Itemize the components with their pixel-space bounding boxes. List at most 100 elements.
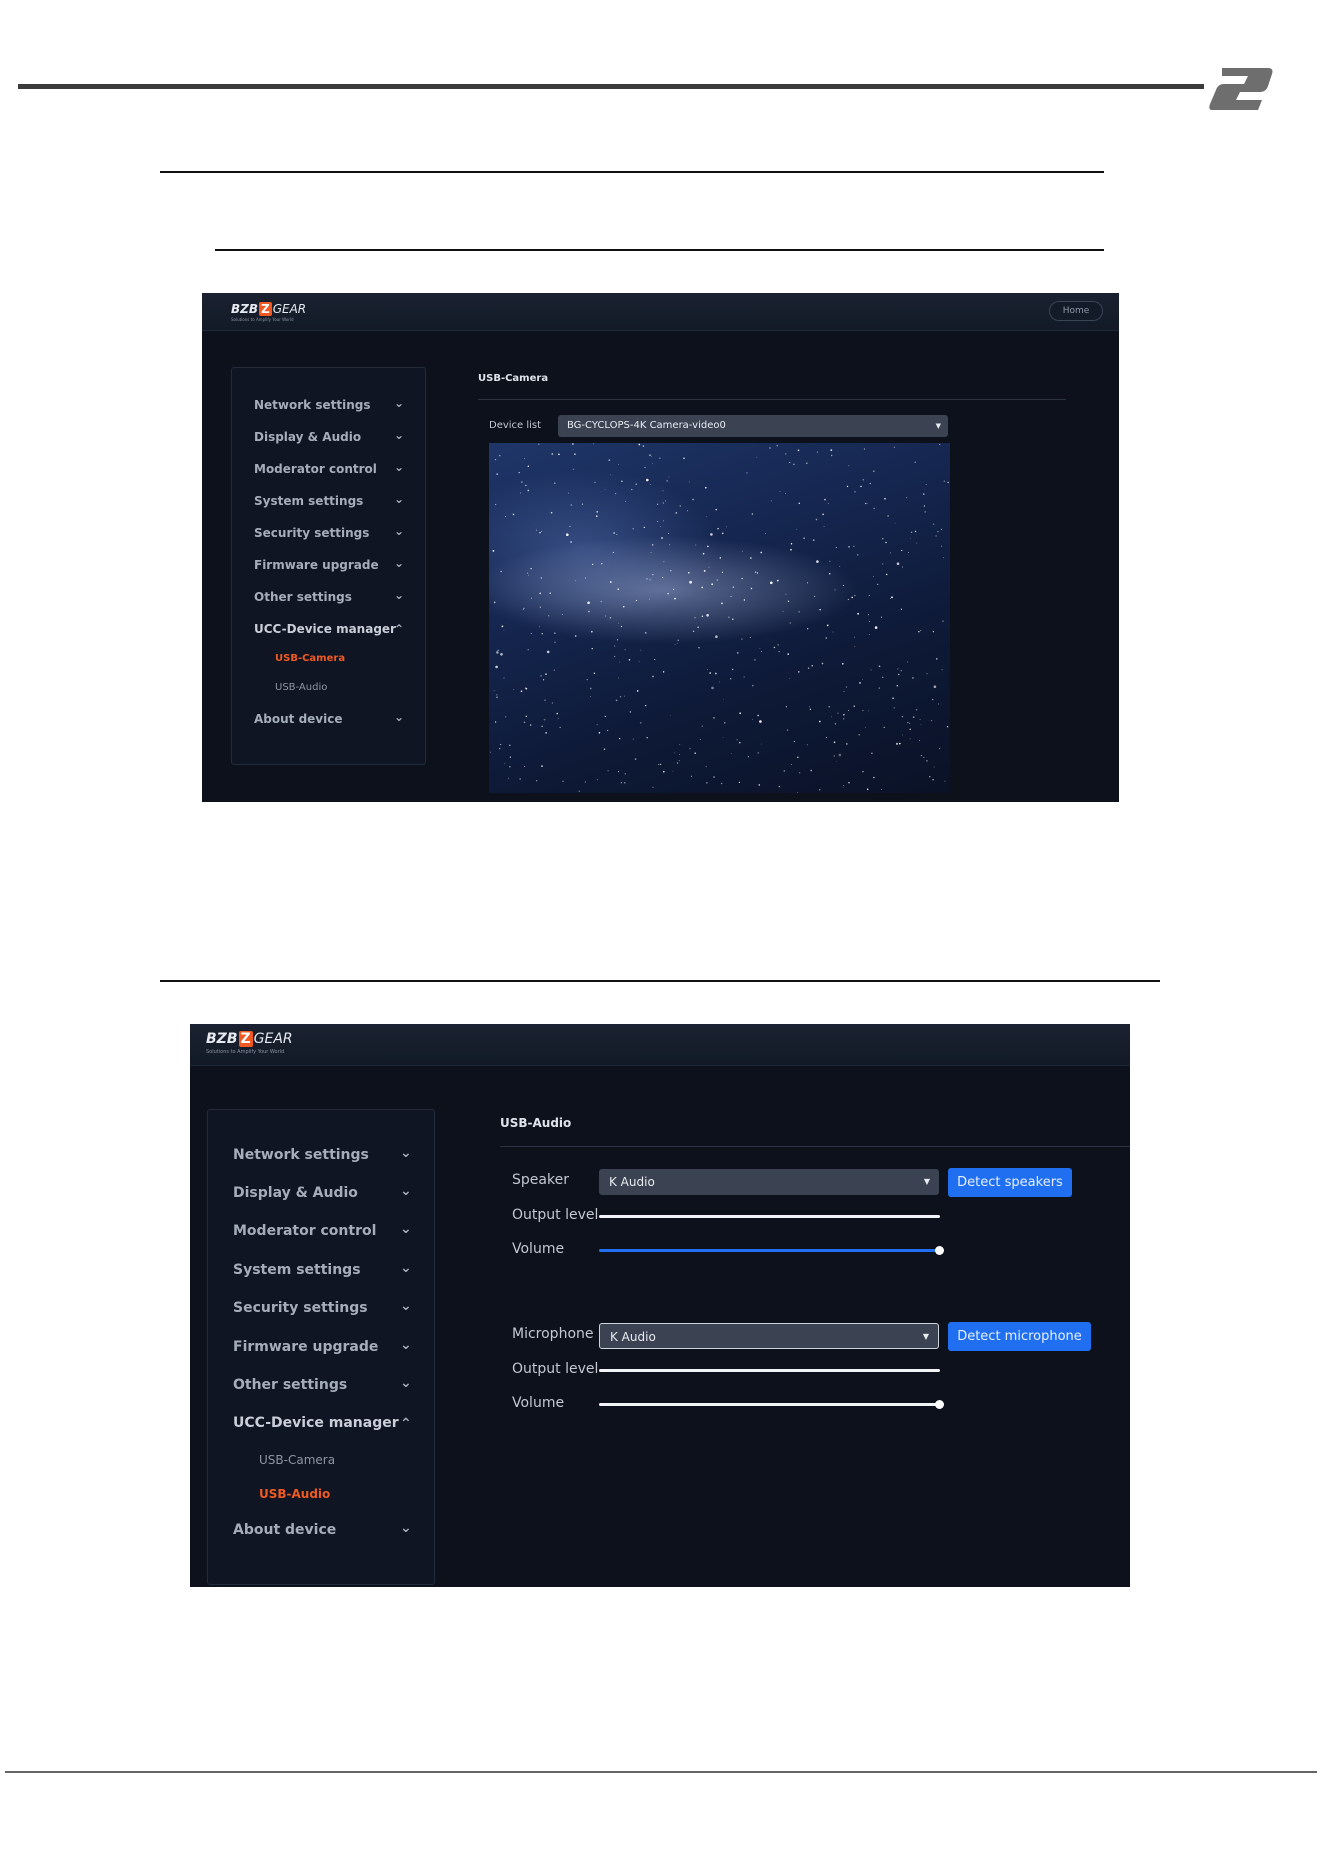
star: [609, 617, 612, 619]
sidebar-subitem-usb-camera[interactable]: USB-Camera: [259, 1453, 335, 1467]
caret-down-icon: ▼: [935, 422, 941, 430]
star: [512, 513, 515, 516]
star: [596, 724, 598, 726]
chevron-down-icon: ⌄: [394, 460, 405, 474]
detect-microphone-button[interactable]: Detect microphone: [948, 1322, 1091, 1351]
star: [545, 732, 547, 734]
star: [943, 557, 944, 559]
star: [738, 781, 741, 784]
sidebar-subitem-usb-audio[interactable]: USB-Audio: [275, 682, 327, 693]
sidebar-item-network-settings[interactable]: Network settings ⌄: [232, 396, 425, 412]
sidebar-item-about-device[interactable]: About device ⌄: [232, 710, 425, 726]
star: [592, 563, 594, 566]
star: [843, 691, 845, 693]
star: [574, 635, 577, 637]
star: [605, 615, 607, 617]
sidebar-item-network-settings[interactable]: Network settings ⌄: [208, 1145, 434, 1163]
star: [590, 696, 591, 698]
star: [615, 699, 618, 702]
detect-speakers-button[interactable]: Detect speakers: [948, 1168, 1072, 1197]
star: [878, 665, 881, 668]
star: [697, 626, 699, 628]
star: [701, 586, 703, 589]
chevron-down-icon: ⌄: [400, 1337, 412, 1353]
star: [867, 614, 869, 616]
subsection-rule: [215, 249, 1104, 251]
star: [713, 776, 715, 778]
sidebar-item-firmware-upgrade[interactable]: Firmware upgrade ⌄: [232, 556, 425, 572]
star: [500, 743, 502, 746]
star: [679, 505, 681, 507]
star: [539, 606, 541, 607]
microphone-volume-slider[interactable]: [599, 1400, 944, 1409]
star: [639, 721, 642, 724]
sidebar-item-other-settings[interactable]: Other settings ⌄: [208, 1375, 434, 1393]
star: [596, 511, 599, 513]
star: [891, 596, 893, 599]
star: [711, 686, 714, 690]
star: [848, 545, 850, 548]
sidebar-item-ucc-device-manager[interactable]: UCC-Device manager ⌃: [232, 622, 425, 636]
speaker-output-level-meter: [599, 1215, 940, 1218]
sidebar-item-ucc-device-manager[interactable]: UCC-Device manager ⌃: [208, 1415, 434, 1432]
device-list-select[interactable]: BG-CYCLOPS-4K Camera-video0 ▼: [558, 415, 948, 437]
star: [562, 780, 564, 783]
speaker-select[interactable]: K Audio ▼: [599, 1169, 939, 1195]
star: [838, 753, 842, 757]
speaker-volume-slider[interactable]: [599, 1246, 944, 1255]
star: [882, 563, 884, 565]
star: [933, 766, 935, 768]
star: [554, 482, 556, 484]
section-rule: [160, 980, 1160, 982]
star: [617, 588, 620, 590]
star: [554, 641, 556, 643]
star: [620, 782, 622, 784]
microphone-volume-handle[interactable]: [935, 1400, 944, 1409]
star: [540, 530, 542, 532]
star: [935, 535, 937, 537]
sidebar-item-security-settings[interactable]: Security settings ⌄: [208, 1298, 434, 1316]
star: [760, 551, 763, 554]
sidebar-item-about-device[interactable]: About device ⌄: [208, 1520, 434, 1538]
speaker-volume-handle[interactable]: [935, 1246, 944, 1255]
star: [868, 710, 869, 712]
star: [770, 581, 773, 585]
star: [893, 446, 896, 449]
sidebar-item-other-settings[interactable]: Other settings ⌄: [232, 588, 425, 604]
star: [674, 597, 676, 600]
star: [674, 644, 676, 646]
sidebar-item-moderator-control[interactable]: Moderator control ⌄: [208, 1221, 434, 1239]
star: [624, 500, 626, 502]
sidebar-item-firmware-upgrade[interactable]: Firmware upgrade ⌄: [208, 1337, 434, 1355]
sidebar-item-security-settings[interactable]: Security settings ⌄: [232, 524, 425, 540]
star: [747, 756, 749, 758]
star: [853, 545, 855, 547]
star: [703, 570, 706, 572]
star: [670, 715, 672, 716]
microphone-output-level-meter: [599, 1369, 940, 1372]
star: [623, 781, 626, 784]
star: [500, 653, 503, 656]
sidebar-item-display-audio[interactable]: Display & Audio ⌄: [232, 428, 425, 444]
star: [756, 572, 759, 574]
sidebar-subitem-usb-camera[interactable]: USB-Camera: [275, 653, 345, 664]
sidebar-item-system-settings[interactable]: System settings ⌄: [232, 492, 425, 508]
star: [678, 760, 680, 762]
star: [624, 773, 626, 775]
star: [788, 678, 790, 679]
sidebar-subitem-usb-audio[interactable]: USB-Audio: [259, 1487, 330, 1501]
star: [598, 731, 601, 734]
microphone-select[interactable]: K Audio ▼: [599, 1323, 939, 1349]
star: [531, 597, 532, 599]
sidebar-item-display-audio[interactable]: Display & Audio ⌄: [208, 1183, 434, 1201]
sidebar-item-moderator-control[interactable]: Moderator control ⌄: [232, 460, 425, 476]
star: [509, 744, 511, 746]
star: [847, 598, 849, 601]
home-button[interactable]: Home: [1049, 301, 1103, 321]
star: [551, 453, 554, 455]
star: [862, 479, 865, 481]
star: [716, 579, 718, 581]
star: [593, 672, 596, 674]
sidebar-item-system-settings[interactable]: System settings ⌄: [208, 1260, 434, 1278]
star: [594, 481, 596, 483]
